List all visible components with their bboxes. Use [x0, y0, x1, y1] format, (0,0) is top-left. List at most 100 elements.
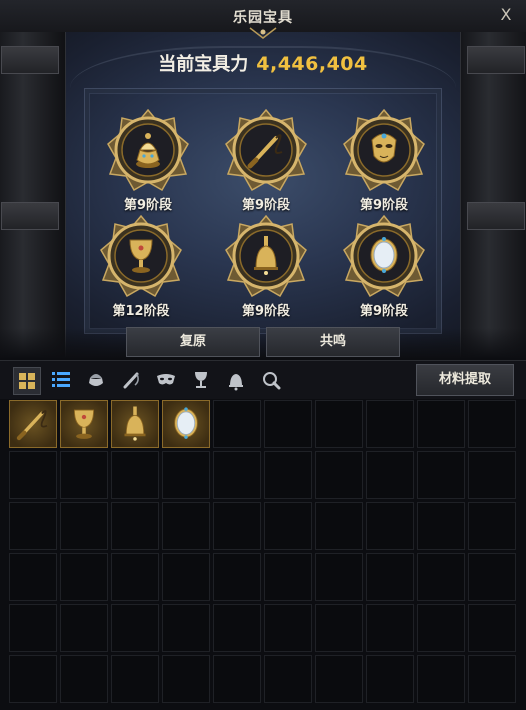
goblet-icon: [91, 214, 191, 298]
mirror-filter-icon[interactable]: [258, 367, 284, 393]
inventory-slot[interactable]: [162, 451, 210, 499]
treasure-power: 当前宝具力 4,446,404: [0, 50, 526, 76]
inventory-slot[interactable]: [111, 604, 159, 652]
inventory-slot[interactable]: [213, 604, 261, 652]
inventory-slot[interactable]: [417, 400, 465, 448]
inventory-slot[interactable]: [417, 655, 465, 703]
inventory-slot[interactable]: [213, 553, 261, 601]
inventory-slot[interactable]: [60, 553, 108, 601]
inventory-slot[interactable]: [417, 604, 465, 652]
inventory-slot[interactable]: [9, 451, 57, 499]
left-pillar-decoration: [0, 32, 66, 358]
inventory-slot[interactable]: [60, 604, 108, 652]
goblet-filter-icon[interactable]: [188, 367, 214, 393]
inventory-slot[interactable]: [315, 400, 363, 448]
power-label: 当前宝具力: [158, 54, 249, 75]
inventory-slot[interactable]: [315, 604, 363, 652]
inventory-slot[interactable]: [213, 502, 261, 550]
inventory-slot[interactable]: [111, 400, 159, 448]
inventory-slot[interactable]: [9, 655, 57, 703]
whip-icon: [216, 108, 316, 192]
treasure-stage-label: 第9阶段: [241, 198, 291, 213]
treasure-slot[interactable]: 第9阶段: [216, 214, 316, 324]
inventory-slot[interactable]: [60, 400, 108, 448]
inventory-slot[interactable]: [366, 451, 414, 499]
filter-toolbar: 材料提取: [0, 360, 526, 399]
inventory-slot[interactable]: [366, 400, 414, 448]
inventory-slot[interactable]: [60, 451, 108, 499]
treasure-slot[interactable]: 第12阶段: [91, 214, 191, 324]
inventory-slot[interactable]: [162, 502, 210, 550]
inventory-slot[interactable]: [366, 502, 414, 550]
inventory-slot[interactable]: [9, 553, 57, 601]
extract-material-button[interactable]: 材料提取: [416, 364, 514, 396]
inventory-slot[interactable]: [417, 451, 465, 499]
inventory-slot[interactable]: [9, 604, 57, 652]
inventory-slot[interactable]: [162, 604, 210, 652]
inventory-slot[interactable]: [468, 655, 516, 703]
treasure-slot[interactable]: 第9阶段: [334, 214, 434, 324]
inventory-grid: [9, 400, 519, 706]
inventory-slot[interactable]: [264, 502, 312, 550]
golden-mask-icon: [334, 108, 434, 192]
treasure-stage-label: 第9阶段: [359, 198, 409, 213]
inventory-slot[interactable]: [315, 451, 363, 499]
resonate-button[interactable]: 共鸣: [266, 327, 400, 357]
whip-filter-icon[interactable]: [118, 367, 144, 393]
inventory-slot[interactable]: [417, 553, 465, 601]
inventory-slot[interactable]: [366, 604, 414, 652]
inventory-slot[interactable]: [60, 655, 108, 703]
inventory-slot[interactable]: [468, 451, 516, 499]
inventory-slot[interactable]: [162, 655, 210, 703]
inventory-slot[interactable]: [9, 502, 57, 550]
restore-button[interactable]: 复原: [126, 327, 260, 357]
close-button[interactable]: X: [496, 5, 516, 25]
incense-burner-filter-icon[interactable]: [83, 367, 109, 393]
inventory-slot[interactable]: [315, 502, 363, 550]
inventory-slot[interactable]: [213, 655, 261, 703]
inventory-slot[interactable]: [111, 502, 159, 550]
inventory-slot[interactable]: [213, 451, 261, 499]
treasure-display: 当前宝具力 4,446,404 第9阶段 第9阶段 第9阶段 第12阶段 第9阶…: [0, 32, 526, 358]
inventory-slot[interactable]: [111, 451, 159, 499]
inventory-slot[interactable]: [60, 502, 108, 550]
mask-filter-icon[interactable]: [153, 367, 179, 393]
inventory-slot[interactable]: [468, 604, 516, 652]
treasure-stage-label: 第9阶段: [123, 198, 173, 213]
inventory-slot[interactable]: [264, 451, 312, 499]
inventory-slot[interactable]: [315, 655, 363, 703]
inventory-slot[interactable]: [264, 655, 312, 703]
ornament-icon: [249, 27, 277, 39]
bell-icon: [216, 214, 316, 298]
inventory-slot[interactable]: [111, 553, 159, 601]
inventory-slot[interactable]: [468, 553, 516, 601]
inventory-slot[interactable]: [315, 553, 363, 601]
inventory-slot[interactable]: [213, 400, 261, 448]
treasure-slot[interactable]: 第9阶段: [98, 108, 198, 218]
inventory-slot[interactable]: [264, 400, 312, 448]
inventory-slot[interactable]: [366, 553, 414, 601]
treasure-stage-label: 第9阶段: [241, 304, 291, 319]
grid-view-icon[interactable]: [13, 367, 41, 395]
power-value: 4,446,404: [256, 53, 368, 75]
inventory-slot[interactable]: [417, 502, 465, 550]
list-view-icon[interactable]: [48, 367, 74, 393]
inventory-slot[interactable]: [468, 400, 516, 448]
treasure-stage-label: 第12阶段: [112, 304, 170, 319]
mirror-icon: [334, 214, 434, 298]
inventory-slot[interactable]: [162, 400, 210, 448]
inventory-slot[interactable]: [264, 604, 312, 652]
treasure-stage-label: 第9阶段: [359, 304, 409, 319]
right-pillar-decoration: [460, 32, 526, 358]
treasure-slot[interactable]: 第9阶段: [216, 108, 316, 218]
window-title: 乐园宝具: [233, 10, 293, 26]
inventory-slot[interactable]: [468, 502, 516, 550]
inventory-slot[interactable]: [366, 655, 414, 703]
inventory-slot[interactable]: [9, 400, 57, 448]
incense-burner-icon: [98, 108, 198, 192]
inventory-slot[interactable]: [162, 553, 210, 601]
bell-filter-icon[interactable]: [223, 367, 249, 393]
treasure-slot[interactable]: 第9阶段: [334, 108, 434, 218]
inventory-slot[interactable]: [111, 655, 159, 703]
inventory-slot[interactable]: [264, 553, 312, 601]
